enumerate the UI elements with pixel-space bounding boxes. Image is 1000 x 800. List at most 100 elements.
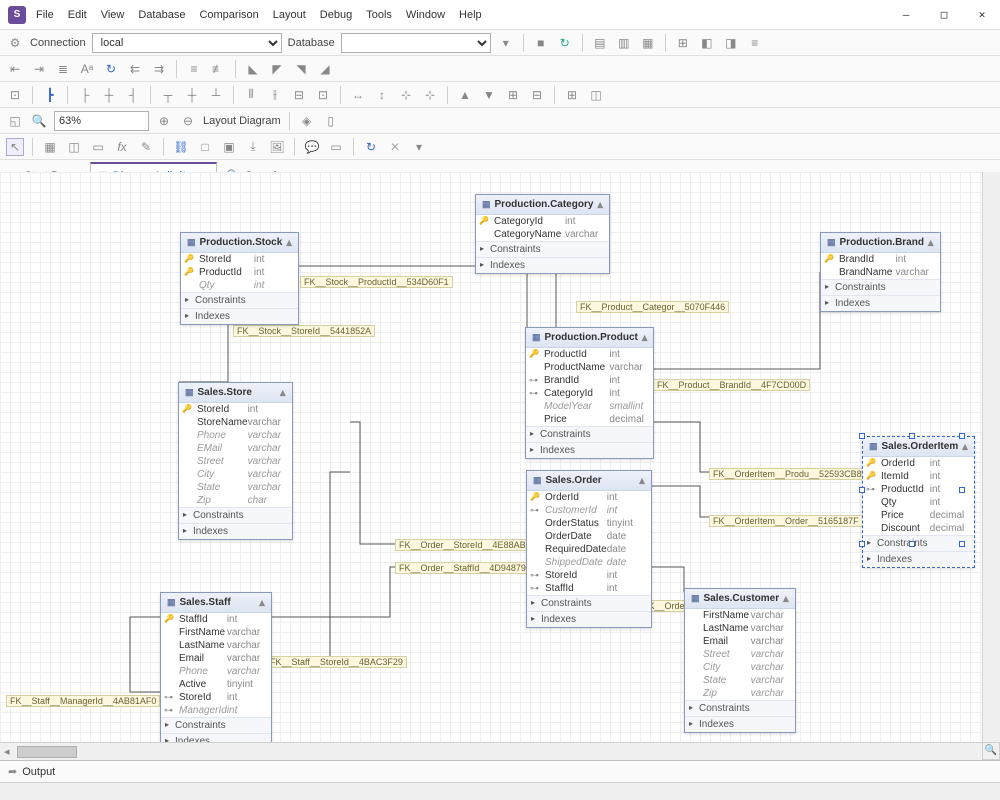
new-connection-icon[interactable]: ⚙ [6,34,24,52]
entity-header[interactable]: Sales.Customer▴ [685,589,795,609]
delete-dropdown-icon[interactable]: ▾ [410,138,428,156]
column-row[interactable]: CategoryIdint [476,215,609,228]
column-row[interactable]: BrandNamevarchar [821,266,940,279]
ungroup-icon[interactable]: ⊟ [528,86,546,104]
menu-file[interactable]: File [36,9,54,21]
entity-section[interactable]: Indexes [476,257,609,273]
column-row[interactable]: Emailvarchar [685,635,795,648]
vertical-scrollbar[interactable] [982,172,1000,742]
column-row[interactable]: OrderIdint [527,491,651,504]
column-row[interactable]: Pricedecimal [863,509,974,522]
selection-handle[interactable] [959,541,965,547]
snap-icon[interactable]: ⊡ [6,86,24,104]
stop-icon[interactable]: ■ [532,34,550,52]
pointer-icon[interactable]: ↖ [6,138,24,156]
page-icon[interactable]: ▯ [322,112,340,130]
column-row[interactable]: FirstNamevarchar [161,626,271,639]
column-row[interactable]: CustomerIdint [527,504,651,517]
column-row[interactable]: Phonevarchar [179,429,292,442]
refresh-blue-icon[interactable]: ↻ [102,60,120,78]
note-icon[interactable]: ✎ [137,138,155,156]
column-row[interactable]: FirstNamevarchar [685,609,795,622]
entity-section[interactable]: Constraints [161,717,271,733]
fit-icon[interactable]: ◱ [6,112,24,130]
refresh2-icon[interactable]: ↻ [362,138,380,156]
align-c-icon[interactable]: ┼ [100,86,118,104]
zoom-out-icon[interactable]: ⊖ [179,112,197,130]
column-row[interactable]: BrandIdint [821,253,940,266]
entity-header[interactable]: Production.Stock▴ [181,233,298,253]
align-m-icon[interactable]: ┼ [183,86,201,104]
link-icon[interactable]: ⛓ [172,138,190,156]
column-row[interactable]: Zipchar [179,494,292,507]
column-row[interactable]: OrderDatedate [527,530,651,543]
entity-section[interactable]: Indexes [527,611,651,627]
column-row[interactable]: ProductNamevarchar [526,361,653,374]
column-row[interactable]: ItemIdint [863,470,974,483]
entity-header[interactable]: Sales.Order▴ [527,471,651,491]
menu-view[interactable]: View [101,9,125,21]
column-row[interactable]: ProductIdint [863,483,974,496]
entity-production-brand[interactable]: Production.Brand▴BrandIdintBrandNamevarc… [820,232,941,312]
entity-section[interactable]: Constraints [685,700,795,716]
text-icon[interactable]: ▭ [327,138,345,156]
outdent-icon[interactable]: ⇤ [6,60,24,78]
entity-section[interactable]: Indexes [179,523,292,539]
column-row[interactable]: Pricedecimal [526,413,653,426]
column-row[interactable]: StaffIdint [161,613,271,626]
fx-icon[interactable]: fx [113,138,131,156]
entity-header[interactable]: Sales.OrderItem▴ [863,437,974,457]
horizontal-scrollbar[interactable]: ◂ [0,742,982,760]
column-row[interactable]: Phonevarchar [161,665,271,678]
relation-icon[interactable]: ▭ [89,138,107,156]
menu-window[interactable]: Window [406,9,445,21]
column-row[interactable]: StaffIdint [527,582,651,595]
output-panel-header[interactable]: Output [0,760,1000,782]
next-bookmark-icon[interactable]: ◥ [292,60,310,78]
selection-handle[interactable] [909,541,915,547]
connection-select[interactable]: local [92,33,282,53]
zoom-window-icon[interactable]: 🔍 [30,112,48,130]
selection-handle[interactable] [859,541,865,547]
export-icon[interactable]: ⤓ [244,138,262,156]
grid-icon[interactable]: ⊞ [674,34,692,52]
entity-sales-customer[interactable]: Sales.Customer▴FirstNamevarcharLastNamev… [684,588,796,733]
entity-section[interactable]: Indexes [821,295,940,311]
zoom-in-icon[interactable]: ⊕ [155,112,173,130]
align-icon[interactable]: ≣ [54,60,72,78]
entity-section[interactable]: Indexes [685,716,795,732]
clear-bookmark-icon[interactable]: ◢ [316,60,334,78]
entity-header[interactable]: Sales.Staff▴ [161,593,271,613]
layers-icon[interactable]: ≡ [746,34,764,52]
column-row[interactable]: Zipvarchar [685,687,795,700]
center-h-icon[interactable]: ⊹ [397,86,415,104]
comment-icon[interactable]: ≡ [185,60,203,78]
entity-section[interactable]: Indexes [181,308,298,324]
table-icon[interactable]: ▦ [41,138,59,156]
refresh-icon[interactable]: ↻ [556,34,574,52]
entity-production-category[interactable]: Production.Category▴CategoryIdintCategor… [475,194,610,274]
column-row[interactable]: StoreNamevarchar [179,416,292,429]
view-icon[interactable]: ◫ [65,138,83,156]
column-row[interactable]: RequiredDatedate [527,543,651,556]
db-icon-2[interactable]: ▥ [615,34,633,52]
entity-section[interactable]: Constraints [181,292,298,308]
layout2-icon[interactable]: ◫ [587,86,605,104]
column-row[interactable]: BrandIdint [526,374,653,387]
column-row[interactable]: Cityvarchar [685,661,795,674]
selection-handle[interactable] [959,487,965,493]
entity-header[interactable]: Production.Brand▴ [821,233,940,253]
align-r-icon[interactable]: ┤ [124,86,142,104]
entity-sales-staff[interactable]: Sales.Staff▴StaffIdintFirstNamevarcharLa… [160,592,272,742]
column-row[interactable]: LastNamevarchar [161,639,271,652]
same-w-icon[interactable]: ⊟ [290,86,308,104]
selection-handle[interactable] [859,487,865,493]
column-row[interactable]: CategoryNamevarchar [476,228,609,241]
entity-header[interactable]: Sales.Store▴ [179,383,292,403]
menu-tools[interactable]: Tools [366,9,392,21]
uncomment-icon[interactable]: ≢ [209,60,227,78]
column-row[interactable]: Streetvarchar [179,455,292,468]
column-row[interactable]: ShippedDatedate [527,556,651,569]
maximize-button[interactable]: □ [934,8,954,21]
column-row[interactable]: ProductIdint [526,348,653,361]
